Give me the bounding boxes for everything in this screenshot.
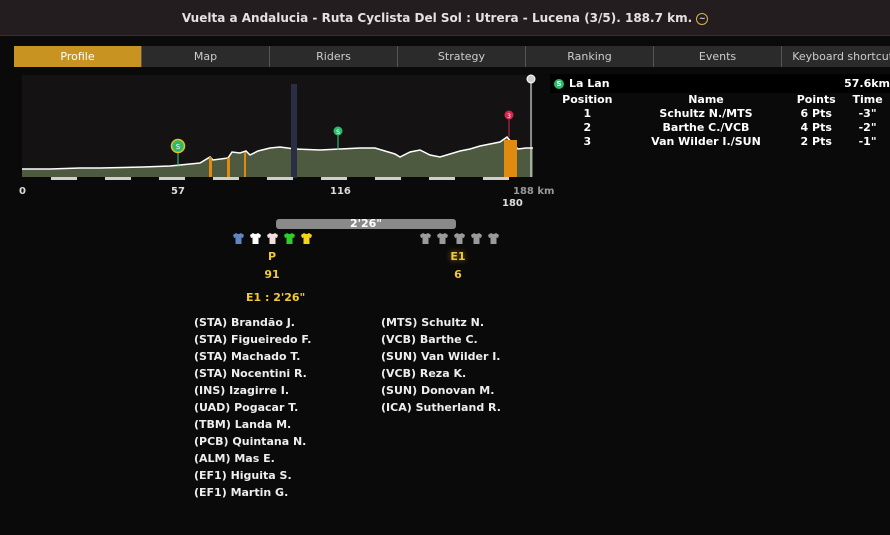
rider-item[interactable]: (EF1) Martin G.	[194, 484, 311, 501]
column-header: Position	[562, 93, 613, 106]
escape-count: 6	[454, 268, 462, 281]
rider-item[interactable]: (EF1) Higuita S.	[194, 467, 311, 484]
race-position-indicator	[291, 84, 297, 178]
svg-text:S: S	[176, 143, 181, 151]
table-row: 2 Barthe C./VCB 4 Pts -2"	[583, 121, 877, 134]
tab-keyboard-shortcuts[interactable]: Keyboard shortcuts	[782, 46, 890, 67]
jersey-icon[interactable]	[265, 232, 279, 249]
tab-map[interactable]: Map	[142, 46, 270, 67]
sprint-km: 57.6km	[844, 77, 890, 90]
jersey-icon[interactable]	[486, 232, 500, 249]
peloton-rider-list: (STA) Brandão J. (STA) Figueiredo F. (STA)…	[194, 314, 311, 501]
stage-profile-chart[interactable]: S S 3	[0, 70, 560, 210]
rider-item[interactable]: (INS) Izagirre I.	[194, 382, 311, 399]
rider-item[interactable]: (MTS) Schultz N.	[381, 314, 501, 331]
rider-item[interactable]: (ICA) Sutherland R.	[381, 399, 501, 416]
rider-item[interactable]: (TBM) Landa M.	[194, 416, 311, 433]
escape-label[interactable]: E1	[448, 250, 468, 263]
peloton-count: 91	[264, 268, 280, 281]
axis-label: 180	[502, 198, 523, 209]
window-title-bar: Vuelta a Andalucia - Ruta Cyclista Del S…	[0, 0, 890, 36]
jersey-icon[interactable]	[231, 232, 245, 249]
column-header: Name	[688, 93, 724, 106]
axis-label: 57	[171, 186, 185, 197]
gap-bar: 2'26"	[276, 218, 456, 229]
sprint-results-panel: S La Lan 57.6km Position Name Points Time 1 Sc…	[550, 74, 890, 149]
rider-item[interactable]: (STA) Brandão J.	[194, 314, 311, 331]
jersey-icon[interactable]	[299, 232, 313, 249]
tab-riders[interactable]: Riders	[270, 46, 398, 67]
rider-item[interactable]: (PCB) Quintana N.	[194, 433, 311, 450]
gap-summary: E1 : 2'26"	[246, 291, 306, 304]
window-title: Vuelta a Andalucia - Ruta Cyclista Del S…	[181, 11, 693, 25]
tab-strategy[interactable]: Strategy	[398, 46, 526, 67]
tab-profile[interactable]: Profile	[14, 46, 142, 67]
sprint-results-table: Position Name Points Time 1 Schultz N./MTS 6 …	[550, 93, 890, 149]
axis-label: 116	[330, 186, 351, 197]
jersey-icon[interactable]	[282, 232, 296, 249]
svg-text:3: 3	[507, 113, 511, 120]
axis-label: 0	[19, 186, 26, 197]
jersey-icon[interactable]	[248, 232, 262, 249]
tab-ranking[interactable]: Ranking	[526, 46, 654, 67]
weather-icon: ~	[696, 12, 709, 25]
rider-item[interactable]: (ALM) Mas E.	[194, 450, 311, 467]
table-row: 3 Van Wilder I./SUN 2 Pts -1"	[583, 135, 877, 148]
rider-item[interactable]: (STA) Machado T.	[194, 348, 311, 365]
tab-events[interactable]: Events	[654, 46, 782, 67]
svg-text:S: S	[336, 129, 340, 136]
jersey-icon[interactable]	[418, 232, 432, 249]
peloton-label[interactable]: P	[262, 250, 282, 263]
rider-item[interactable]: (SUN) Donovan M.	[381, 382, 501, 399]
rider-item[interactable]: (VCB) Barthe C.	[381, 331, 501, 348]
escape-rider-list: (MTS) Schultz N. (VCB) Barthe C. (SUN) Van…	[381, 314, 501, 416]
finish-flag-icon	[526, 74, 536, 84]
rider-item[interactable]: (SUN) Van Wilder I.	[381, 348, 501, 365]
sprint-name: La Lan	[569, 77, 610, 90]
axis-label: 188 km	[513, 186, 555, 197]
column-header: Points	[796, 93, 836, 106]
jersey-icon[interactable]	[435, 232, 449, 249]
rider-item[interactable]: (STA) Nocentini R.	[194, 365, 311, 382]
sprint-icon: S	[554, 78, 564, 89]
rider-item[interactable]: (STA) Figueiredo F.	[194, 331, 311, 348]
distance-scale	[51, 177, 509, 180]
table-row: 1 Schultz N./MTS 6 Pts -3"	[583, 107, 877, 120]
jersey-icon[interactable]	[469, 232, 483, 249]
rider-item[interactable]: (VCB) Reza K.	[381, 365, 501, 382]
column-header: Time	[852, 93, 883, 106]
jersey-icon[interactable]	[452, 232, 466, 249]
rider-item[interactable]: (UAD) Pogacar T.	[194, 399, 311, 416]
tab-bar: Profile Map Riders Strategy Ranking Even…	[14, 46, 890, 67]
